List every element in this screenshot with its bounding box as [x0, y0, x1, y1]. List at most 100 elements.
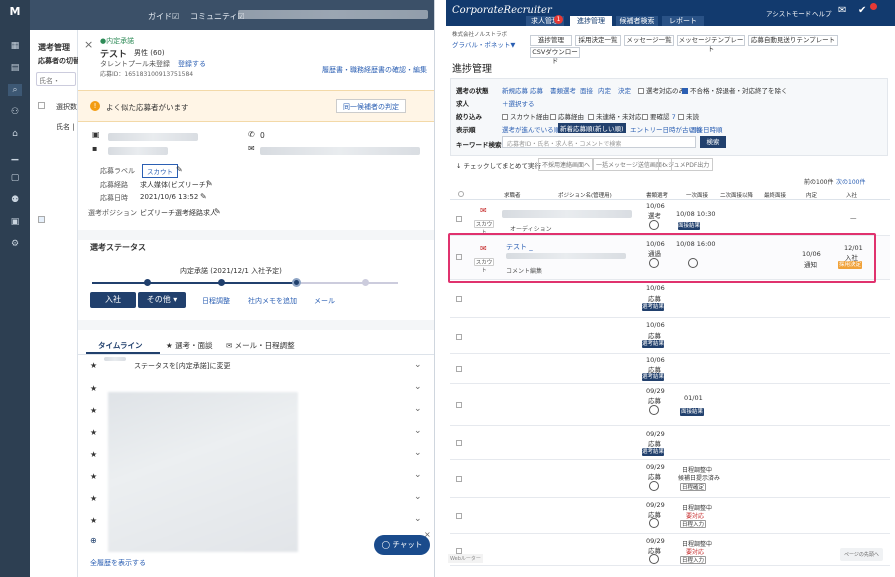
table-row[interactable]: 10/06 応募 選考結果	[450, 354, 890, 384]
row-action-tag[interactable]: 面接結果	[678, 222, 700, 230]
tab-mail[interactable]: ✉ メール・日程調整	[226, 340, 295, 351]
table-row[interactable]: 09/29 応募 日程調整中 要対応 日程入力	[450, 498, 890, 534]
narrow-unread[interactable]: 未読	[678, 111, 699, 121]
list-checkbox[interactable]	[38, 102, 45, 109]
csv-download-button[interactable]: CSVダウンロード	[530, 47, 580, 65]
tab-timeline[interactable]: タイムライン	[98, 340, 142, 351]
message-icon[interactable]: ✉	[838, 5, 846, 16]
register-link[interactable]: 登録する	[178, 59, 206, 69]
row-action-tag[interactable]: 面接結果	[680, 408, 704, 416]
table-row[interactable]: 09/29 応募 選考結果	[450, 426, 890, 460]
status-check-exclude[interactable]: 不合格・辞退者・対応終了を除く	[682, 85, 788, 95]
pdf-bulk-button[interactable]: レジュメPDF出力	[658, 158, 714, 171]
tab-progress[interactable]: 進捗管理	[570, 16, 612, 26]
status-offer[interactable]: 内定	[598, 85, 611, 95]
edit-icon[interactable]: ✎	[176, 165, 183, 174]
chat-button[interactable]: ◯ チャット	[374, 535, 430, 555]
show-all-link[interactable]: 全履歴を表示する	[90, 558, 146, 568]
search-button[interactable]: 検索	[700, 136, 726, 148]
search-icon[interactable]: ⌕	[8, 84, 22, 96]
close-icon[interactable]: ×	[424, 530, 431, 539]
row-action-tag[interactable]: 選考結果	[642, 303, 664, 311]
building-icon[interactable]: ⌂	[8, 128, 22, 140]
table-row[interactable]: 09/29 応募 日程調整中 候補日提示済み 日程確定	[450, 460, 890, 498]
narrow-uncontacted[interactable]: 未連絡・未対応	[588, 111, 642, 121]
pass-circle-icon[interactable]	[649, 405, 659, 415]
table-row[interactable]: 09/29 応募 日程調整中 要対応 日程入力	[450, 534, 890, 566]
row-action-tag[interactable]: 選考結果	[642, 448, 664, 456]
row-checkbox[interactable]	[456, 476, 462, 482]
pass-circle-icon[interactable]	[649, 554, 659, 564]
chevron-down-icon[interactable]: ⌄	[414, 492, 422, 502]
file-icon[interactable]: ▣	[8, 216, 22, 228]
calendar-icon[interactable]: ▦	[8, 40, 22, 52]
table-row[interactable]: 09/29 応募 01/01 面接結果	[450, 384, 890, 426]
row-checkbox[interactable]	[456, 513, 462, 519]
status-apply[interactable]: 応募	[530, 85, 543, 95]
user-icon[interactable]: ⚇	[8, 106, 22, 118]
document-icon[interactable]: ▤	[8, 62, 22, 74]
row-checkbox[interactable]	[456, 216, 462, 222]
chevron-down-icon[interactable]: ⌄	[414, 404, 422, 414]
plus-icon[interactable]: ⊕	[90, 536, 97, 545]
gear-icon[interactable]: ⚙	[8, 238, 22, 250]
back-to-top-button[interactable]: ページの先頭へ	[840, 548, 883, 561]
schedule-link[interactable]: 日程調整	[202, 296, 230, 306]
row-action-tag[interactable]: 日程確定	[680, 483, 706, 491]
chevron-down-icon[interactable]: ⌄	[414, 382, 422, 392]
memo-link[interactable]: 社内メモを追加	[248, 296, 297, 306]
chevron-down-icon[interactable]: ⌄	[414, 514, 422, 524]
status-check-only[interactable]: 選考対応のみ	[638, 85, 685, 95]
row-checkbox[interactable]	[456, 366, 462, 372]
status-new[interactable]: 新規応募	[502, 85, 528, 95]
guide-link[interactable]: ガイド☑	[148, 11, 179, 22]
subnav-progress[interactable]: 進捗管理	[530, 35, 572, 46]
mail-link[interactable]: メール	[314, 296, 335, 306]
table-row[interactable]: ✉ スカウト オーディション 10/06 選考 10/08 10:30 面接結果…	[450, 200, 890, 236]
assist-mode[interactable]: アシストモード	[766, 8, 811, 18]
row-action-tag[interactable]: 日程入力	[680, 556, 706, 564]
subnav-decided[interactable]: 採用決定一覧	[575, 35, 621, 46]
group-select[interactable]: グラバル・ポネット▼	[452, 39, 515, 49]
check-icon[interactable]: ✔	[858, 5, 866, 16]
other-button[interactable]: その他 ▾	[138, 292, 186, 308]
resume-link[interactable]: 履歴書・職務経歴書の確認・編集	[322, 65, 427, 75]
row-checkbox[interactable]	[456, 402, 462, 408]
status-decided[interactable]: 決定	[618, 85, 631, 95]
message-icon[interactable]: ▢	[8, 172, 22, 184]
join-button[interactable]: 入社	[90, 292, 136, 308]
close-icon[interactable]: ×	[84, 38, 93, 51]
order-new[interactable]: 新着応募順(新しい順)	[558, 123, 626, 133]
row-action-tag[interactable]: 日程入力	[680, 520, 706, 528]
table-row[interactable]: 10/06 応募 選考結果	[450, 318, 890, 354]
help-link[interactable]: ヘルプ	[812, 8, 832, 18]
same-candidate-button[interactable]: 同一候補者の判定	[336, 99, 406, 113]
tab-selection[interactable]: ★ 選考・面談	[166, 340, 213, 351]
status-doc[interactable]: 書類選考	[550, 85, 576, 95]
tab-report[interactable]: レポート	[662, 16, 704, 26]
row-checkbox[interactable]	[456, 296, 462, 302]
row-checkbox[interactable]	[456, 440, 462, 446]
edit-icon[interactable]: ✎	[206, 179, 213, 188]
narrow-scout[interactable]: スカウト経由	[502, 111, 549, 121]
narrow-confirm[interactable]: 要確認 7	[642, 111, 676, 121]
row-checkbox[interactable]	[456, 334, 462, 340]
pagination-next[interactable]: 次の100件	[836, 177, 865, 186]
edit-icon[interactable]: ✎	[214, 207, 221, 216]
people-icon[interactable]: ⚉	[8, 194, 22, 206]
chevron-down-icon[interactable]: ⌄	[414, 470, 422, 480]
subnav-templates[interactable]: メッセージテンプレート	[677, 35, 745, 53]
table-row[interactable]: 10/06 応募 選考結果	[450, 280, 890, 318]
pass-circle-icon[interactable]	[649, 220, 659, 230]
row-action-tag[interactable]: 選考結果	[642, 340, 664, 348]
status-interview[interactable]: 面接	[580, 85, 593, 95]
community-link[interactable]: コミュニティ☑	[190, 11, 245, 22]
job-select-link[interactable]: ＋選択する	[502, 98, 535, 108]
select-all-checkbox[interactable]	[458, 191, 464, 197]
pass-circle-icon[interactable]	[649, 481, 659, 491]
order-interview[interactable]: 面接日時順	[690, 124, 723, 134]
pass-circle-icon[interactable]	[649, 518, 659, 528]
chevron-down-icon[interactable]: ⌄	[414, 448, 422, 458]
keyword-search-input[interactable]: 応募者ID・氏名・求人名・コメントで検索	[502, 136, 696, 148]
row-action-tag[interactable]: 選考結果	[642, 373, 664, 381]
